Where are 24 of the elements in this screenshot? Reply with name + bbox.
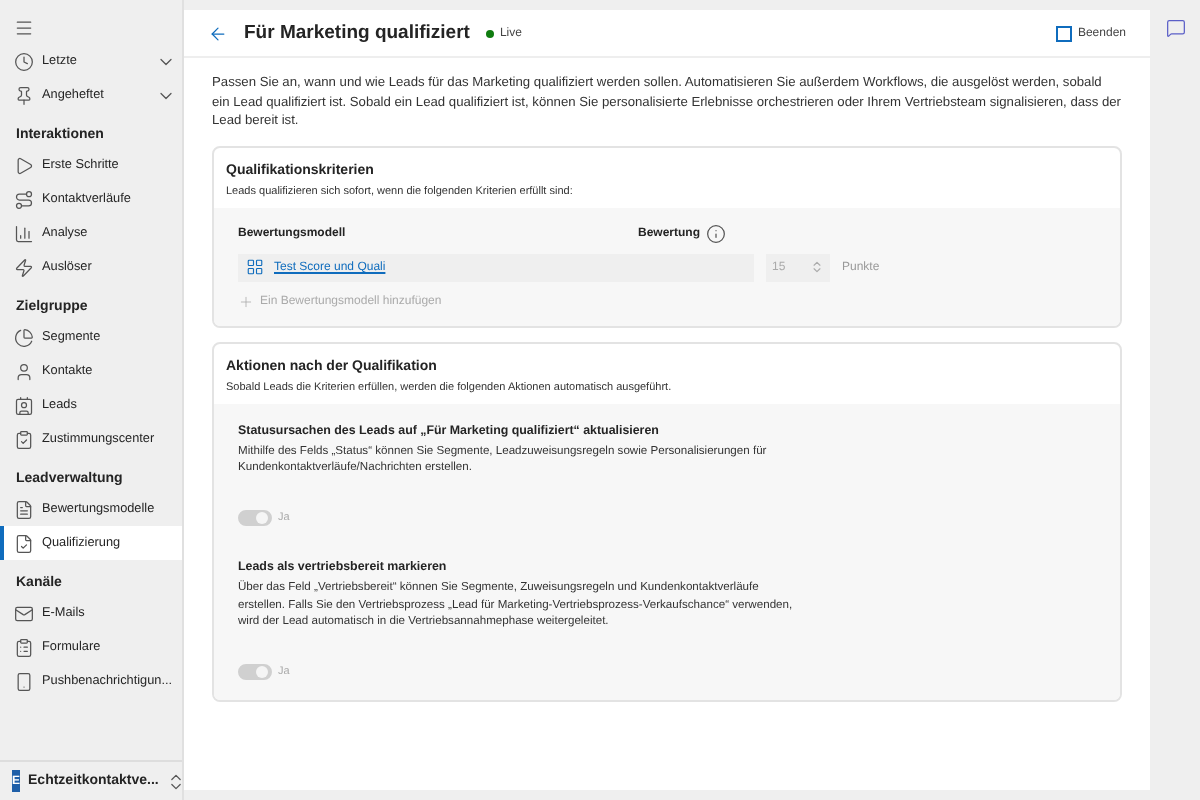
pin-icon: [14, 85, 34, 105]
pie-chart-icon: [14, 327, 34, 347]
document-icon: [14, 499, 34, 519]
back-arrow-icon[interactable]: [208, 23, 228, 43]
mail-icon: [14, 603, 34, 623]
info-icon: [706, 223, 727, 244]
person-icon: [14, 361, 34, 381]
spinner-icon[interactable]: [810, 260, 824, 275]
route-icon: [14, 189, 34, 209]
clock-icon: [14, 51, 34, 71]
chat-icon[interactable]: [1165, 18, 1185, 38]
form-icon: [14, 637, 34, 657]
phone-icon: [14, 671, 34, 691]
menu-icon: [14, 17, 34, 37]
up-down-icon: [166, 771, 187, 791]
plus-icon: [238, 293, 254, 310]
clipboard-icon: [14, 429, 34, 449]
play-icon: [14, 155, 34, 175]
chart-icon: [14, 223, 34, 243]
document-check-icon: [14, 533, 34, 553]
lightning-icon: [14, 257, 34, 277]
grid-icon: [246, 257, 266, 278]
contact-card-icon: [14, 395, 34, 415]
page-title: Für Marketing qualifiziert: [244, 22, 470, 44]
